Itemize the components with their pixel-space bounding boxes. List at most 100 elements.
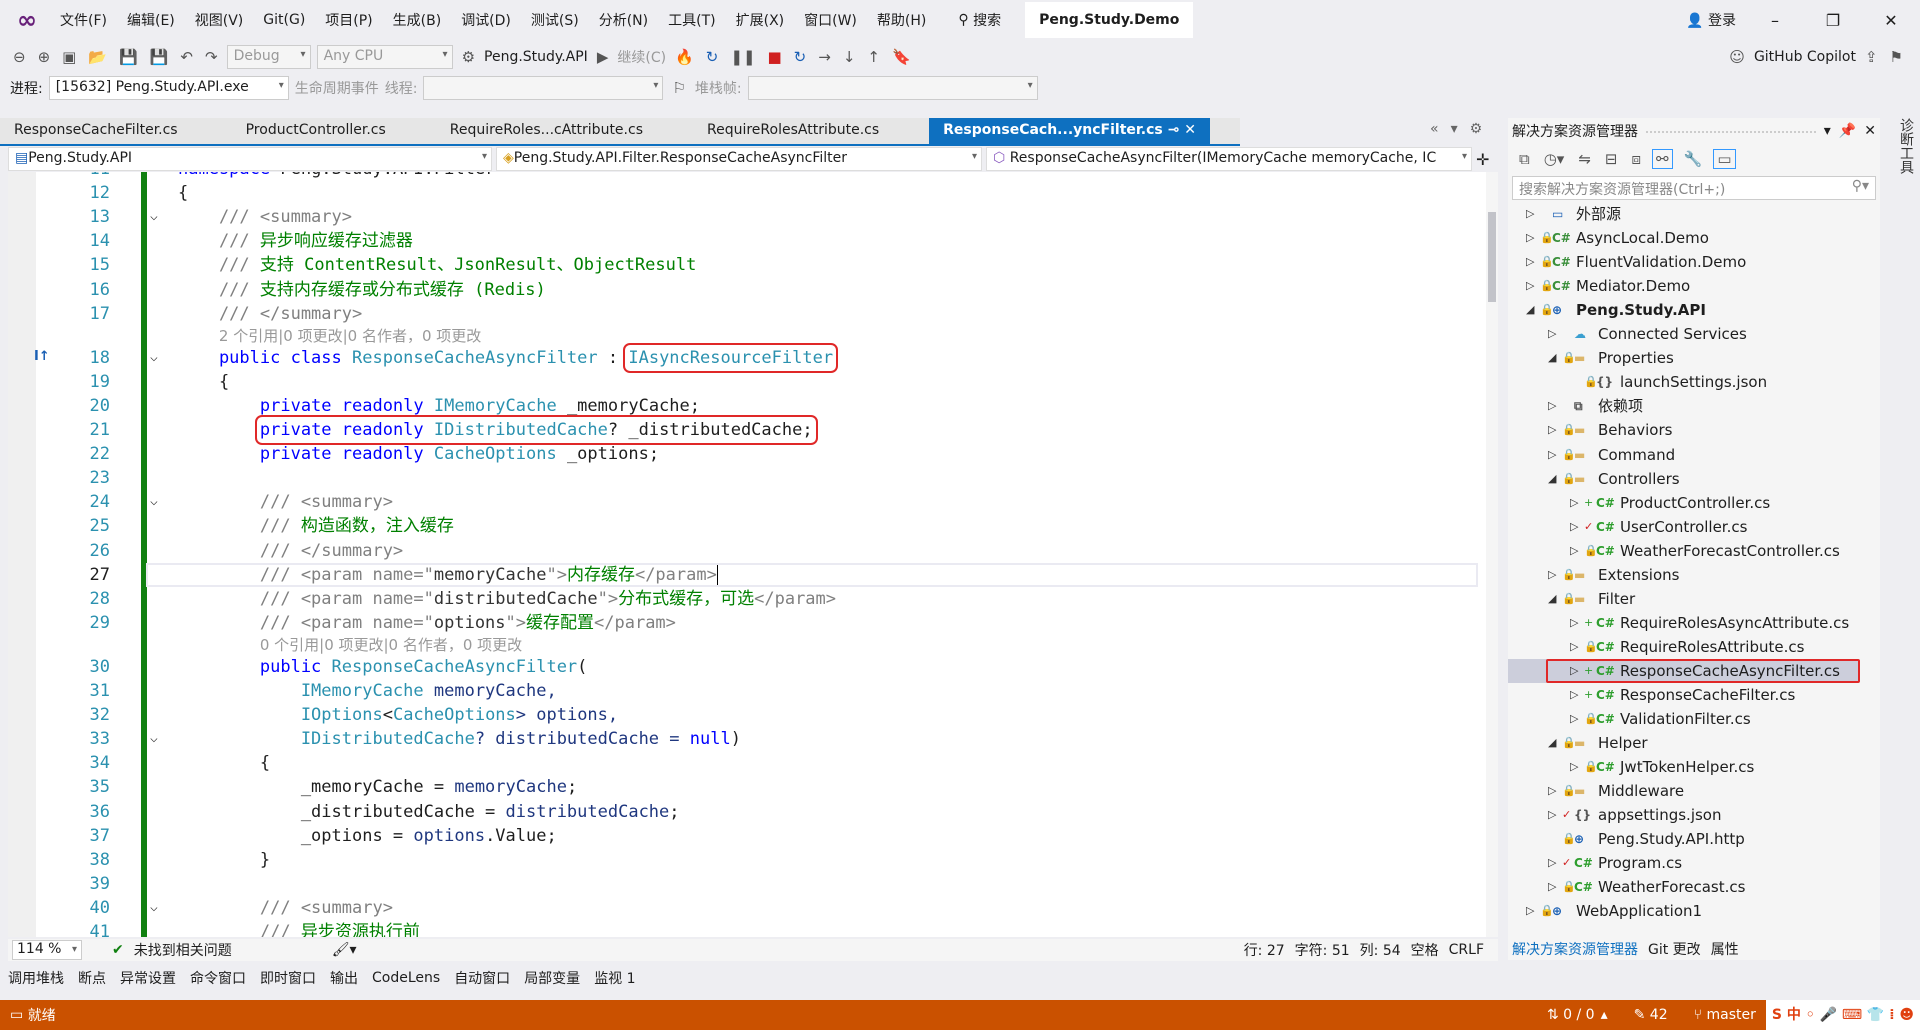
solution-panel-tab[interactable]: 属性: [1711, 939, 1739, 959]
tool-window-tab[interactable]: 局部变量: [524, 968, 580, 988]
menu-item[interactable]: 文件(F): [50, 10, 117, 30]
menu-item[interactable]: 调试(D): [451, 10, 521, 30]
close-tab-icon[interactable]: ✕: [1179, 122, 1196, 138]
collapsed-arrow-icon[interactable]: ▷: [1570, 635, 1578, 659]
issues-status[interactable]: 未找到相关问题: [134, 940, 232, 960]
tree-item[interactable]: ▷ 🔒 ▬ Extensions: [1508, 563, 1858, 587]
document-tab[interactable]: ProductController.cs: [232, 118, 400, 144]
collapsed-arrow-icon[interactable]: ▷: [1548, 875, 1556, 899]
tree-item[interactable]: ▷ ⧉ 依赖项: [1508, 394, 1858, 418]
collapsed-arrow-icon[interactable]: ▷: [1570, 659, 1578, 683]
collapse-chevron-icon[interactable]: ⌵: [150, 727, 158, 751]
tool-window-tab[interactable]: 调用堆栈: [8, 968, 64, 988]
hot-reload-icon[interactable]: 🔥: [672, 48, 697, 66]
tree-item[interactable]: ▷ ▭ 外部源: [1508, 202, 1858, 226]
tree-item[interactable]: ▷ 🔒 C# ValidationFilter.cs: [1508, 707, 1858, 731]
tree-item[interactable]: ▷ + C# ResponseCacheFilter.cs: [1508, 683, 1858, 707]
tab-dropdown-icon[interactable]: ▾: [1451, 121, 1458, 137]
minimize-button[interactable]: –: [1746, 11, 1804, 30]
collapsed-arrow-icon[interactable]: ▷: [1570, 539, 1578, 563]
stack-frame-select[interactable]: [747, 76, 1038, 100]
pending-changes-icon[interactable]: ◷▾: [1541, 150, 1568, 168]
tree-item[interactable]: ▷ + C# RequireRolesAsyncAttribute.cs: [1508, 611, 1858, 635]
collapsed-arrow-icon[interactable]: ▷: [1570, 515, 1578, 539]
properties-icon[interactable]: 🔧: [1681, 150, 1706, 168]
tree-item[interactable]: ▷ 🔒 C# RequireRolesAttribute.cs: [1508, 635, 1858, 659]
configuration-select[interactable]: Debug: [226, 45, 311, 69]
preview-icon[interactable]: ▭: [1713, 149, 1736, 169]
refresh-icon[interactable]: ↻: [791, 48, 810, 66]
line-indicator[interactable]: 行: 27: [1244, 940, 1285, 960]
edits-count[interactable]: 42: [1650, 1007, 1668, 1023]
tree-item[interactable]: ▷ ✓ C# UserController.cs: [1508, 515, 1858, 539]
char-indicator[interactable]: 字符: 51: [1295, 940, 1350, 960]
dropdown-icon[interactable]: ▾: [1824, 123, 1831, 139]
collapsed-arrow-icon[interactable]: ▷: [1570, 707, 1578, 731]
tool-window-tab[interactable]: 即时窗口: [260, 968, 316, 988]
tree-item[interactable]: 🔒{} launchSettings.json: [1508, 370, 1858, 394]
pause-icon[interactable]: ❚❚: [727, 48, 758, 66]
solution-search-input[interactable]: 搜索解决方案资源管理器(Ctrl+;) ⚲▾: [1512, 176, 1876, 200]
platform-select[interactable]: Any CPU: [316, 45, 453, 69]
process-select[interactable]: [15632] Peng.Study.API.exe: [48, 76, 289, 100]
collapsed-arrow-icon[interactable]: ▷: [1548, 322, 1556, 346]
codelens-info[interactable]: 2 个引用|0 项更改|0 名作者，0 项更改: [219, 326, 481, 346]
continue-button[interactable]: 继续(C): [617, 47, 666, 67]
close-button[interactable]: ✕: [1862, 11, 1920, 30]
collapse-chevron-icon[interactable]: ⌵: [150, 205, 158, 229]
collapsed-arrow-icon[interactable]: ▷: [1548, 394, 1556, 418]
restart-icon[interactable]: ↻: [703, 48, 722, 66]
lifecycle-events-button[interactable]: 生命周期事件: [295, 78, 379, 98]
project-dropdown[interactable]: ▤Peng.Study.API: [8, 147, 492, 171]
back-icon[interactable]: ⊖: [10, 48, 29, 66]
tool-window-tab[interactable]: 监视 1: [594, 968, 635, 988]
maximize-button[interactable]: ❐: [1804, 11, 1862, 30]
tree-item[interactable]: ▷ ☁ Connected Services: [1508, 322, 1858, 346]
collapsed-arrow-icon[interactable]: ▷: [1548, 563, 1556, 587]
collapsed-arrow-icon[interactable]: ▷: [1570, 755, 1578, 779]
ime-icon[interactable]: S 中 ◦ 🎤 ⌨ 👕 ⁞ ☻: [1765, 1000, 1920, 1030]
collapse-chevron-icon[interactable]: ⌵: [150, 346, 158, 370]
menu-item[interactable]: 编辑(E): [117, 10, 185, 30]
cleanup-icon[interactable]: 🖌▾: [332, 942, 357, 958]
step-out-icon[interactable]: ↑: [864, 48, 883, 66]
sync-icon[interactable]: ⇋: [1575, 150, 1594, 168]
pin-icon[interactable]: ⊸: [1163, 122, 1180, 138]
tool-window-tab[interactable]: 异常设置: [120, 968, 176, 988]
play-icon[interactable]: ▶: [594, 48, 612, 66]
show-all-files-icon[interactable]: ⧈: [1629, 150, 1645, 168]
pin-icon[interactable]: 📌: [1839, 123, 1856, 139]
thread-select[interactable]: [423, 76, 664, 100]
new-project-icon[interactable]: ▣: [59, 48, 79, 66]
save-icon[interactable]: 💾: [116, 48, 141, 66]
tool-window-tab[interactable]: CodeLens: [372, 970, 440, 986]
forward-icon[interactable]: ⊕: [35, 48, 54, 66]
tool-window-tab[interactable]: 断点: [78, 968, 106, 988]
menu-item[interactable]: 视图(V): [185, 10, 254, 30]
collapsed-arrow-icon[interactable]: ▷: [1526, 226, 1534, 250]
filter-icon[interactable]: ⚯: [1652, 149, 1673, 169]
expanded-arrow-icon[interactable]: ◢: [1548, 346, 1556, 370]
bookmark-icon[interactable]: 🔖: [889, 48, 914, 66]
tree-item[interactable]: ▷ + C# ProductController.cs: [1508, 491, 1858, 515]
sync-status[interactable]: 0 / 0: [1563, 1007, 1594, 1023]
menu-item[interactable]: 工具(T): [658, 10, 725, 30]
redo-icon[interactable]: ↷: [202, 48, 221, 66]
diagnostic-tools-tab[interactable]: 诊断工具: [1888, 118, 1916, 198]
collapse-chevron-icon[interactable]: ⌵: [150, 490, 158, 514]
collapsed-arrow-icon[interactable]: ▷: [1570, 611, 1578, 635]
tree-item[interactable]: ◢ 🔒 ⊕ Peng.Study.API: [1508, 298, 1858, 322]
menu-item[interactable]: 分析(N): [589, 10, 658, 30]
tree-item[interactable]: ▷ 🔒 ▬ Command: [1508, 443, 1858, 467]
collapsed-arrow-icon[interactable]: ▷: [1526, 899, 1534, 923]
tree-item[interactable]: ▷ 🔒 ▬ Middleware: [1508, 779, 1858, 803]
document-tab[interactable]: RequireRoles...cAttribute.cs: [436, 118, 657, 144]
zoom-select[interactable]: 114 %: [12, 940, 82, 960]
collapsed-arrow-icon[interactable]: ▷: [1526, 250, 1534, 274]
collapsed-arrow-icon[interactable]: ▷: [1526, 202, 1534, 226]
codelens-info[interactable]: 0 个引用|0 项更改|0 名作者，0 项更改: [260, 635, 522, 655]
document-tab[interactable]: ResponseCacheFilter.cs: [0, 118, 192, 144]
vertical-scrollbar[interactable]: [1486, 172, 1498, 937]
collapse-chevron-icon[interactable]: ⌵: [150, 896, 158, 920]
login-button[interactable]: 👤 登录: [1676, 10, 1746, 30]
